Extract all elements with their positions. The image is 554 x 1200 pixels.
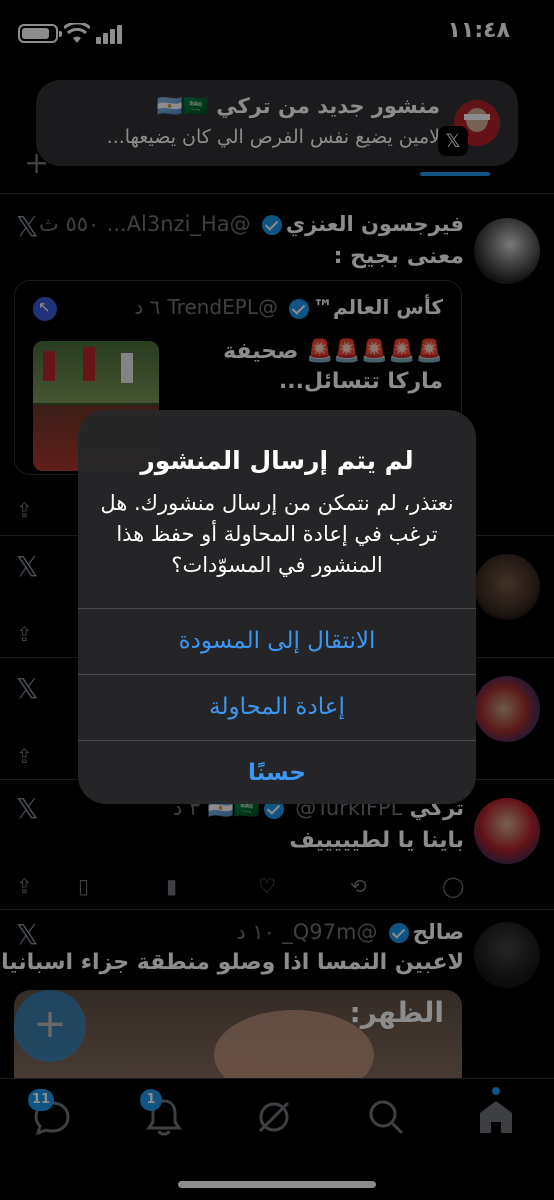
ok-button[interactable]: حسنًا xyxy=(78,740,476,804)
alert-title: لم يتم إرسال المنشور xyxy=(140,446,414,475)
go-to-draft-button[interactable]: الانتقال إلى المسودة xyxy=(78,608,476,672)
alert-message: نعتذر، لم نتمكن من إرسال منشورك. هل ترغب… xyxy=(100,491,454,577)
post-failed-alert: لم يتم إرسال المنشور نعتذر، لم نتمكن من … xyxy=(78,410,476,804)
retry-button[interactable]: إعادة المحاولة xyxy=(78,674,476,738)
